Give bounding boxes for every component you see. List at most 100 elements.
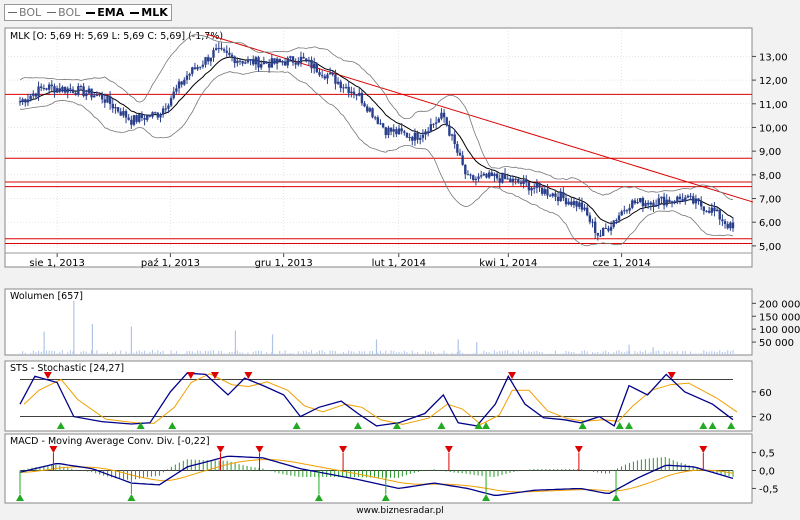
- candle-body: [82, 86, 85, 97]
- candle-body: [676, 196, 679, 203]
- candle-body: [188, 73, 191, 76]
- candle-body: [209, 57, 213, 62]
- candle-body: [511, 178, 515, 182]
- time-tick-label: cze 1, 2014: [592, 258, 650, 269]
- candle-body: [116, 107, 120, 112]
- candle-body: [713, 207, 716, 212]
- candle-body: [206, 57, 210, 62]
- candle-body: [699, 201, 703, 207]
- candle-body: [119, 111, 122, 116]
- candle-body: [525, 179, 528, 183]
- candle-body: [260, 64, 263, 68]
- candle-body: [124, 111, 128, 118]
- candle-body: [241, 61, 244, 64]
- candle-body: [151, 112, 154, 117]
- candle-body: [461, 155, 464, 165]
- candle-body: [100, 94, 104, 100]
- candle-body: [625, 210, 629, 212]
- candle-body: [87, 88, 91, 94]
- candle-body: [74, 92, 77, 95]
- candle-body: [140, 114, 144, 118]
- candle-body: [32, 93, 35, 96]
- candle-body: [601, 227, 605, 237]
- candle-body: [379, 123, 382, 125]
- candle-body: [254, 57, 258, 65]
- candle-body: [490, 172, 493, 177]
- candle-body: [366, 106, 369, 112]
- candle-body: [562, 192, 565, 199]
- candle-body: [548, 195, 552, 197]
- candle-body: [593, 221, 597, 233]
- candle-body: [360, 92, 364, 104]
- candle-body: [267, 63, 271, 68]
- candle-body: [323, 76, 327, 79]
- candle-body: [249, 59, 252, 61]
- candle-body: [437, 118, 440, 123]
- candle-body: [729, 222, 732, 229]
- chart-canvas: MLK [O: 5,69 H: 5,69 L: 5,69 C: 5,69] (-…: [4, 27, 800, 504]
- candle-body: [339, 81, 342, 89]
- candle-body: [686, 195, 690, 198]
- candle-body: [639, 198, 642, 202]
- candle-body: [90, 88, 93, 98]
- candle-body: [373, 117, 377, 119]
- candle-body: [34, 93, 38, 97]
- price-tick-label: 12,00: [759, 76, 788, 87]
- candle-body: [416, 132, 419, 140]
- stochastic-tick-label: 60: [759, 388, 772, 399]
- candle-body: [522, 179, 525, 184]
- candle-body: [381, 123, 385, 128]
- candle-body: [429, 124, 433, 133]
- candle-body: [122, 111, 125, 116]
- candle-body: [95, 94, 99, 96]
- candle-body: [466, 174, 470, 176]
- candle-body: [18, 101, 22, 103]
- candle-body: [554, 193, 557, 197]
- candle-body: [668, 199, 671, 203]
- candle-body: [535, 183, 539, 188]
- candle-body: [546, 189, 549, 196]
- macd-tick-label: -0,5: [759, 484, 779, 495]
- candle-body: [419, 137, 422, 140]
- candle-body: [29, 95, 32, 100]
- volume-tick-label: 200 000: [759, 299, 800, 310]
- candle-body: [408, 137, 411, 139]
- candle-body: [583, 207, 586, 210]
- candle-body: [326, 74, 329, 79]
- candle-body: [148, 115, 152, 117]
- candle-body: [310, 59, 313, 69]
- candle-body: [559, 192, 562, 202]
- candle-body: [286, 57, 289, 66]
- candle-body: [108, 96, 112, 104]
- candle-body: [456, 143, 459, 153]
- candle-body: [670, 201, 674, 203]
- candle-body: [42, 87, 46, 89]
- candle-body: [543, 189, 547, 194]
- candle-body: [93, 95, 96, 98]
- candle-body: [193, 67, 197, 70]
- price-tick-label: 11,00: [759, 100, 788, 111]
- candle-body: [570, 201, 573, 205]
- candle-body: [336, 81, 340, 84]
- candle-body: [111, 103, 114, 109]
- candle-body: [697, 198, 700, 202]
- candle-body: [127, 117, 130, 120]
- candle-body: [556, 196, 560, 202]
- candle-body: [498, 178, 501, 183]
- candle-body: [426, 131, 430, 133]
- candle-body: [702, 206, 706, 212]
- candle-body: [540, 187, 544, 194]
- candle-body: [586, 207, 589, 216]
- candle-body: [657, 198, 660, 205]
- candle-body: [281, 61, 284, 63]
- candle-body: [222, 49, 226, 51]
- candle-body: [721, 219, 724, 222]
- candle-body: [196, 67, 199, 70]
- candle-body: [294, 62, 297, 65]
- candle-body: [530, 187, 533, 191]
- candle-body: [432, 123, 435, 125]
- candle-body: [58, 88, 61, 92]
- candle-body: [228, 52, 231, 55]
- candle-body: [63, 86, 67, 93]
- candle-body: [368, 108, 372, 112]
